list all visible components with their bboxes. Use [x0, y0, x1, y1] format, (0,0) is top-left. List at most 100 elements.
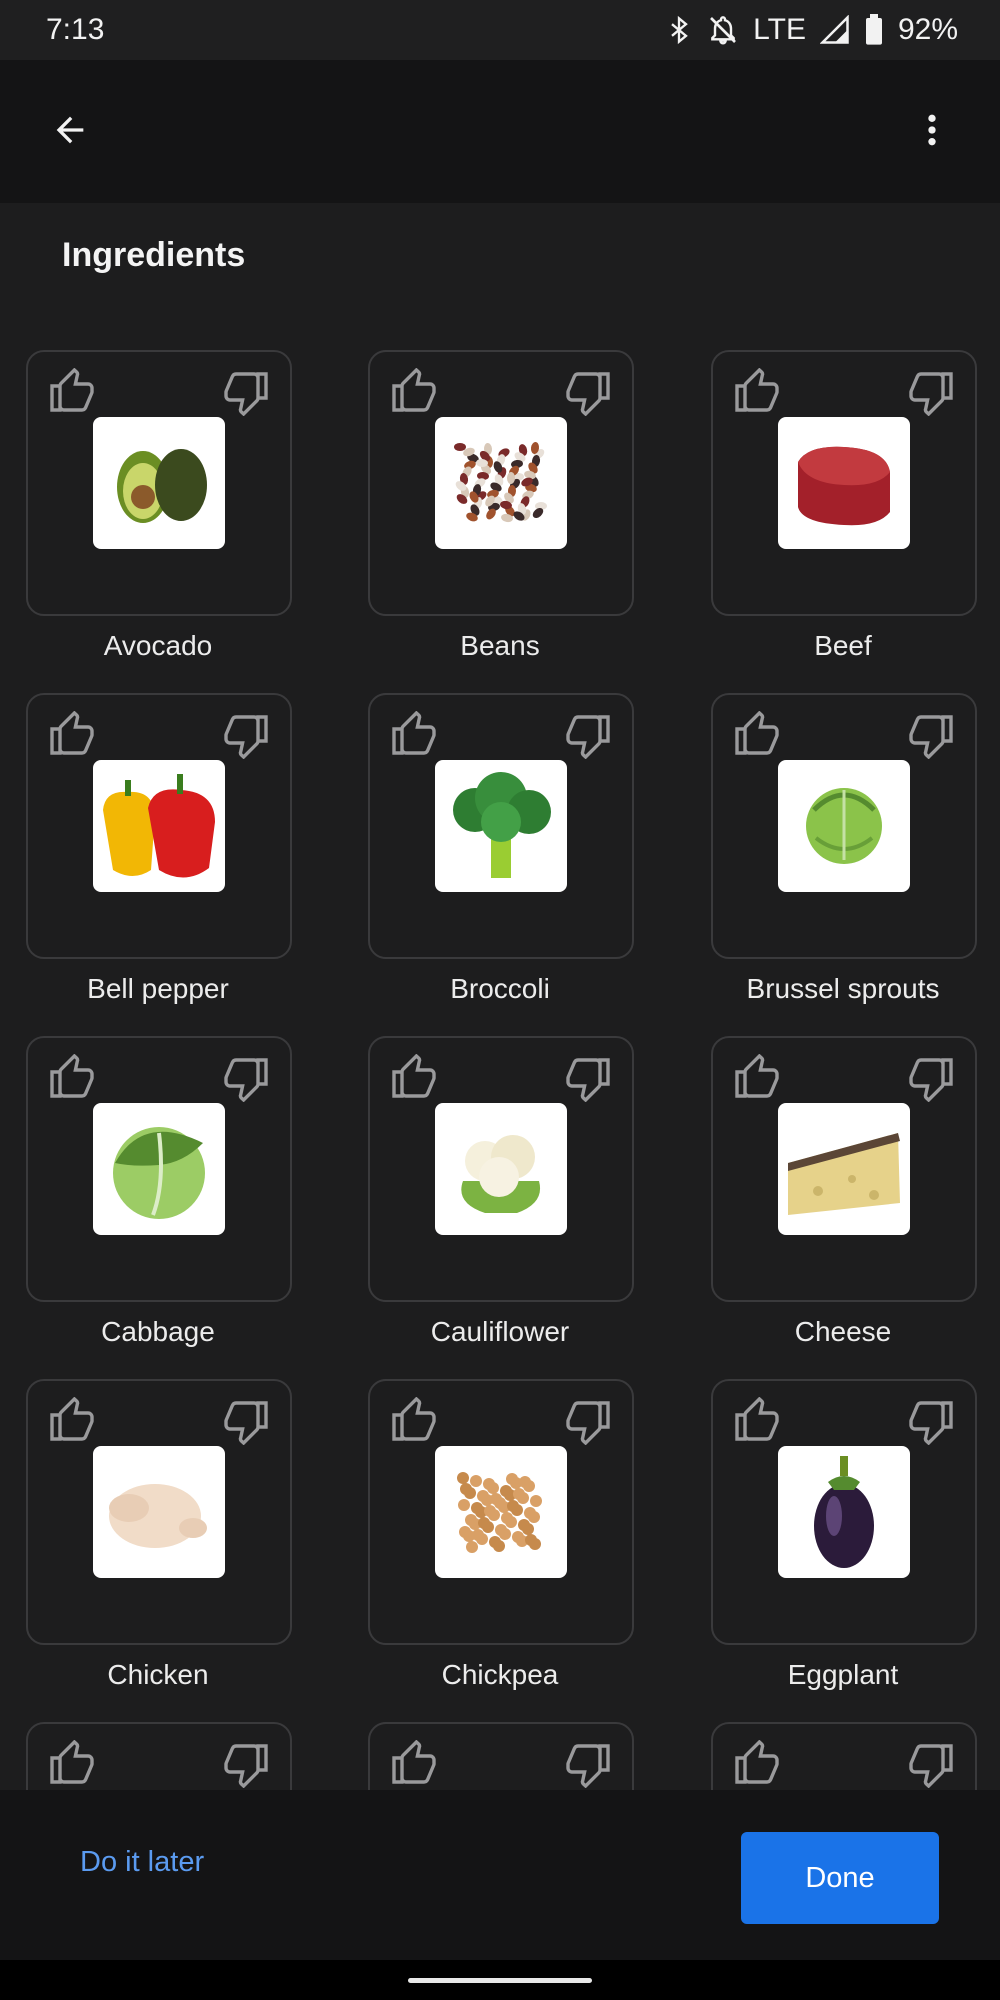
ingredient-card[interactable]	[368, 693, 634, 959]
status-icons: LTE 92%	[665, 13, 958, 47]
thumbs-up-icon[interactable]	[48, 1739, 96, 1788]
ingredient-item: Chicken	[26, 1379, 292, 1691]
ingredient-card[interactable]	[711, 1036, 977, 1302]
system-nav-bar	[0, 1960, 1000, 2000]
ingredient-card[interactable]	[711, 350, 977, 616]
ingredient-card[interactable]	[711, 693, 977, 959]
ingredient-card[interactable]	[26, 693, 292, 959]
status-bar: 7:13 LTE 92%	[0, 0, 1000, 60]
ingredient-item	[368, 1722, 634, 1790]
overflow-menu-button[interactable]	[902, 100, 962, 160]
ingredient-label: Bell pepper	[87, 973, 229, 1004]
ingredient-card[interactable]	[26, 350, 292, 616]
ingredient-card[interactable]	[368, 1722, 634, 1790]
thumbs-down-icon[interactable]	[222, 1054, 270, 1103]
ingredient-image	[435, 1103, 567, 1235]
thumbs-up-icon[interactable]	[390, 1739, 438, 1788]
ingredient-label: Cheese	[794, 1316, 892, 1347]
thumbs-up-icon[interactable]	[733, 367, 781, 416]
ingredient-label: Broccoli	[450, 973, 550, 1004]
thumbs-up-icon[interactable]	[48, 1053, 96, 1102]
thumbs-up-icon[interactable]	[733, 1739, 781, 1788]
home-gesture-pill[interactable]	[408, 1978, 592, 1983]
thumbs-up-icon[interactable]	[48, 710, 96, 759]
ingredient-image	[93, 1446, 225, 1578]
ingredient-card[interactable]	[368, 350, 634, 616]
ingredient-item: Cabbage	[26, 1036, 292, 1348]
thumbs-up-icon[interactable]	[48, 367, 96, 416]
ingredient-item: Bell pepper	[26, 693, 292, 1005]
ingredient-label: Avocado	[103, 630, 213, 661]
thumbs-up-icon[interactable]	[733, 1053, 781, 1102]
arrow-back-icon	[56, 116, 84, 144]
ingredient-image	[93, 1103, 225, 1235]
thumbs-down-icon[interactable]	[564, 1397, 612, 1446]
section-title: Ingredients	[62, 236, 246, 274]
ingredient-item: Cauliflower	[368, 1036, 634, 1348]
ingredient-item: Beans	[368, 350, 634, 662]
thumbs-down-icon[interactable]	[222, 1740, 270, 1789]
thumbs-down-icon[interactable]	[564, 711, 612, 760]
signal-icon	[819, 15, 850, 45]
ingredient-card[interactable]	[711, 1379, 977, 1645]
ingredient-image	[778, 417, 910, 549]
thumbs-up-icon[interactable]	[390, 1396, 438, 1445]
thumbs-up-icon[interactable]	[390, 367, 438, 416]
ingredient-card[interactable]	[26, 1722, 292, 1790]
ingredient-card[interactable]	[711, 1722, 977, 1790]
thumbs-up-icon[interactable]	[48, 1396, 96, 1445]
bluetooth-icon	[665, 15, 693, 45]
ingredient-item: Brussel sprouts	[711, 693, 977, 1005]
ingredient-card[interactable]	[26, 1036, 292, 1302]
more-vert-icon	[928, 114, 936, 146]
ingredient-image	[435, 417, 567, 549]
ingredient-item: Eggplant	[711, 1379, 977, 1691]
ingredient-item: Cheese	[711, 1036, 977, 1348]
thumbs-up-icon[interactable]	[733, 1396, 781, 1445]
ingredient-item: Chickpea	[368, 1379, 634, 1691]
thumbs-down-icon[interactable]	[907, 1740, 955, 1789]
ingredient-label: Brussel sprouts	[746, 973, 940, 1004]
done-button[interactable]: Done	[741, 1832, 939, 1924]
bottom-action-bar: Do it later Done	[0, 1790, 1000, 1960]
ingredient-image	[778, 760, 910, 892]
ingredient-image	[435, 1446, 567, 1578]
thumbs-down-icon[interactable]	[222, 711, 270, 760]
ingredient-item: Beef	[711, 350, 977, 662]
ingredient-grid: Avocado Beans Beef Bell pepper Broccoli Bruss…	[0, 350, 1000, 1790]
ingredient-label: Cabbage	[101, 1316, 215, 1347]
do-it-later-button[interactable]: Do it later	[80, 1846, 204, 1879]
status-time: 7:13	[46, 13, 105, 46]
thumbs-up-icon[interactable]	[390, 1053, 438, 1102]
ingredient-item: Broccoli	[368, 693, 634, 1005]
ingredient-label: Beans	[460, 630, 540, 661]
ingredient-item	[711, 1722, 977, 1790]
thumbs-down-icon[interactable]	[907, 1054, 955, 1103]
ingredient-card[interactable]	[368, 1036, 634, 1302]
ingredient-label: Eggplant	[787, 1659, 899, 1690]
ingredient-label: Beef	[814, 630, 872, 661]
ingredient-card[interactable]	[368, 1379, 634, 1645]
thumbs-down-icon[interactable]	[222, 1397, 270, 1446]
ingredient-label: Cauliflower	[430, 1316, 570, 1347]
back-button[interactable]	[40, 100, 100, 160]
ingredient-item: Avocado	[26, 350, 292, 662]
thumbs-down-icon[interactable]	[907, 368, 955, 417]
thumbs-down-icon[interactable]	[222, 368, 270, 417]
thumbs-up-icon[interactable]	[390, 710, 438, 759]
network-label: LTE	[753, 13, 806, 46]
battery-percent: 92%	[897, 13, 958, 46]
thumbs-down-icon[interactable]	[564, 1054, 612, 1103]
thumbs-down-icon[interactable]	[907, 1397, 955, 1446]
thumbs-down-icon[interactable]	[564, 368, 612, 417]
thumbs-down-icon[interactable]	[907, 711, 955, 760]
ingredient-label: Chicken	[107, 1659, 209, 1690]
thumbs-up-icon[interactable]	[733, 710, 781, 759]
thumbs-down-icon[interactable]	[564, 1740, 612, 1789]
notifications-off-icon	[707, 14, 739, 46]
ingredient-image	[93, 417, 225, 549]
app-bar	[0, 60, 1000, 203]
ingredient-image	[93, 760, 225, 892]
battery-icon	[864, 14, 884, 46]
ingredient-card[interactable]	[26, 1379, 292, 1645]
